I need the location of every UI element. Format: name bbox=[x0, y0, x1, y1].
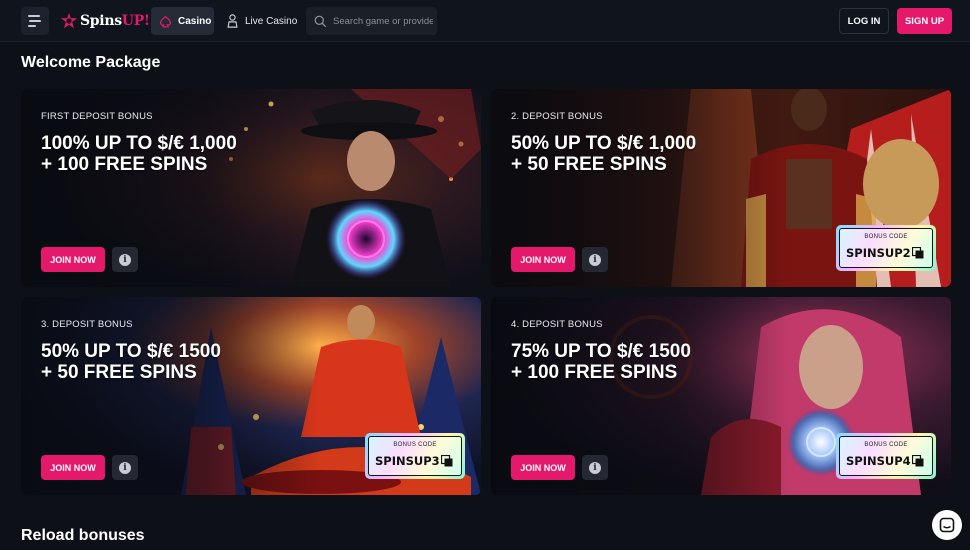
bonus-card-4: 4. DEPOSIT BONUS 75% UP TO $/€ 1500 + 10… bbox=[491, 297, 951, 495]
logo-mark-icon bbox=[60, 12, 78, 29]
bonus-card-1: FIRST DEPOSIT BONUS 100% UP TO $/€ 1,000… bbox=[21, 89, 481, 287]
bonus-code-title: BONUS CODE bbox=[393, 442, 437, 448]
bonus-card-2: 2. DEPOSIT BONUS 50% UP TO $/€ 1,000 + 5… bbox=[491, 89, 951, 287]
chat-button[interactable] bbox=[932, 510, 962, 540]
bonus-code-value: SPINSUP4 bbox=[846, 454, 911, 468]
join-now-button-4[interactable]: JOIN NOW bbox=[511, 455, 575, 480]
search-icon bbox=[314, 15, 327, 27]
card-2-spins: + 50 FREE SPINS bbox=[511, 154, 667, 175]
reload-bonuses-title: Reload bonuses bbox=[21, 527, 145, 544]
copy-icon[interactable] bbox=[912, 455, 924, 467]
welcome-package-title: Welcome Package bbox=[21, 54, 161, 71]
info-icon: i bbox=[119, 253, 131, 266]
info-button-3[interactable]: i bbox=[112, 455, 138, 480]
card-4-headline: 75% UP TO $/€ 1500 + 100 FREE SPINS bbox=[511, 341, 691, 383]
card-3-spins: + 50 FREE SPINS bbox=[41, 362, 197, 383]
bonus-code-title: BONUS CODE bbox=[864, 234, 908, 240]
copy-icon[interactable] bbox=[912, 247, 924, 259]
card-2-label: 2. DEPOSIT BONUS bbox=[511, 111, 603, 122]
bonus-code-title: BONUS CODE bbox=[864, 442, 908, 448]
search-box[interactable] bbox=[306, 7, 437, 35]
info-icon: i bbox=[589, 461, 601, 474]
card-1-headline: 100% UP TO $/€ 1,000 + 100 FREE SPINS bbox=[41, 133, 237, 175]
card-3-label: 3. DEPOSIT BONUS bbox=[41, 319, 133, 330]
nav-casino-label: Casino bbox=[178, 15, 212, 27]
join-now-button-2[interactable]: JOIN NOW bbox=[511, 247, 575, 272]
signup-button[interactable]: SIGN UP bbox=[897, 8, 952, 34]
login-button[interactable]: LOG IN bbox=[839, 8, 889, 34]
logo[interactable]: SpinsUP! bbox=[60, 10, 150, 32]
bonus-code-3-inner: BONUS CODE SPINSUP3 bbox=[368, 436, 462, 476]
join-now-button-3[interactable]: JOIN NOW bbox=[41, 455, 105, 480]
join-now-button-1[interactable]: JOIN NOW bbox=[41, 247, 105, 272]
card-1-label: FIRST DEPOSIT BONUS bbox=[41, 111, 153, 122]
nav-live-casino[interactable]: Live Casino bbox=[226, 7, 297, 35]
casino-icon bbox=[160, 15, 171, 27]
info-button-1[interactable]: i bbox=[112, 247, 138, 272]
card-4-label: 4. DEPOSIT BONUS bbox=[511, 319, 603, 330]
card-2-offer: 50% UP TO $/€ 1,000 bbox=[511, 133, 697, 154]
bonus-code-2-inner: BONUS CODE SPINSUP2 bbox=[839, 228, 933, 268]
bonus-code-2[interactable]: BONUS CODE SPINSUP2 bbox=[836, 225, 936, 271]
card-2-headline: 50% UP TO $/€ 1,000 + 50 FREE SPINS bbox=[511, 133, 696, 175]
search-input[interactable] bbox=[333, 15, 433, 27]
nav-live-casino-label: Live Casino bbox=[245, 15, 298, 27]
bonus-code-3[interactable]: BONUS CODE SPINSUP3 bbox=[365, 433, 465, 479]
bonus-code-value: SPINSUP2 bbox=[846, 246, 911, 260]
card-4-offer: 75% UP TO $/€ 1500 bbox=[511, 341, 691, 362]
card-4-spins: + 100 FREE SPINS bbox=[511, 362, 678, 383]
info-icon: i bbox=[589, 253, 601, 266]
logo-text: SpinsUP! bbox=[80, 13, 150, 29]
info-button-4[interactable]: i bbox=[582, 455, 608, 480]
bonus-code-4[interactable]: BONUS CODE SPINSUP4 bbox=[836, 433, 936, 479]
menu-icon[interactable] bbox=[21, 7, 49, 35]
bonus-card-3: 3. DEPOSIT BONUS 50% UP TO $/€ 1500 + 50… bbox=[21, 297, 481, 495]
bonus-code-value: SPINSUP3 bbox=[375, 454, 440, 468]
chat-icon bbox=[939, 517, 955, 533]
card-3-offer: 50% UP TO $/€ 1500 bbox=[41, 341, 221, 362]
info-button-2[interactable]: i bbox=[582, 247, 608, 272]
card-1-offer: 100% UP TO $/€ 1,000 bbox=[41, 133, 237, 154]
copy-icon[interactable] bbox=[441, 455, 453, 467]
card-1-spins: + 100 FREE SPINS bbox=[41, 154, 208, 175]
top-header: SpinsUP! Casino Live Casino LOG IN SIGN … bbox=[0, 0, 970, 42]
info-icon: i bbox=[119, 461, 131, 474]
live-casino-icon bbox=[227, 14, 238, 28]
card-3-headline: 50% UP TO $/€ 1500 + 50 FREE SPINS bbox=[41, 341, 221, 383]
nav-casino[interactable]: Casino bbox=[151, 7, 214, 35]
bonus-code-4-inner: BONUS CODE SPINSUP4 bbox=[839, 436, 933, 476]
